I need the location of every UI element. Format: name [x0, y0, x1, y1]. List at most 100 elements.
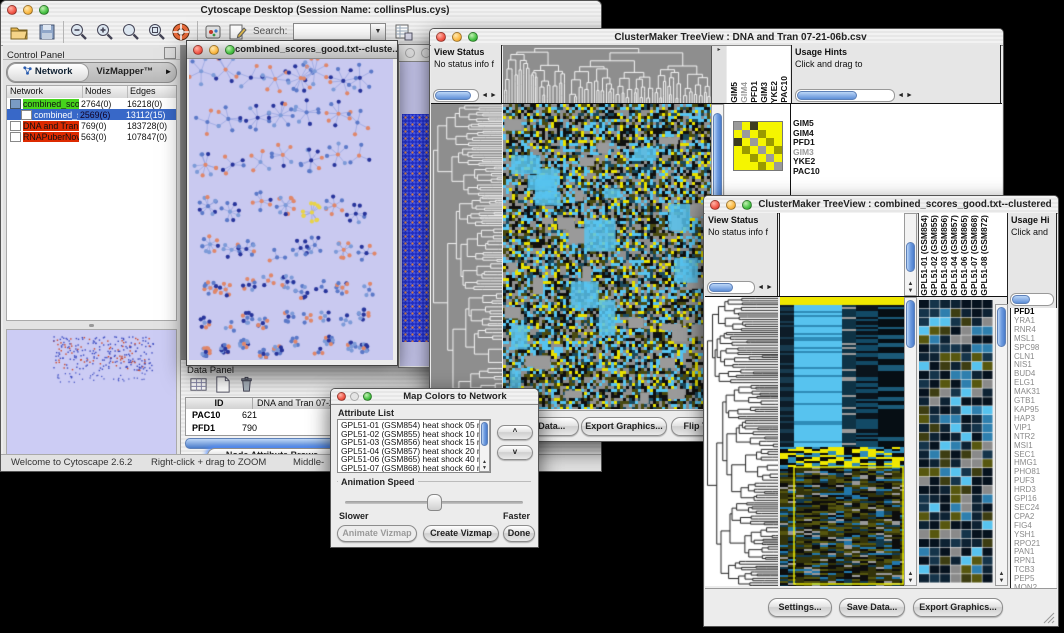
minimize-button[interactable]	[209, 45, 219, 55]
tab-network[interactable]: Network	[7, 63, 89, 82]
attribute-label[interactable]: GPL51-07 (GSM868) heat shock 60 min	[341, 464, 490, 473]
gim-row-label[interactable]: PAC10	[793, 167, 820, 177]
birds-eye-view[interactable]	[6, 329, 177, 459]
attribute-items[interactable]: GPL51-01 (GSM854) heat shock 05 minGPL51…	[338, 420, 490, 473]
gpl-label[interactable]: GPL51-01 (GSM854)	[919, 215, 929, 296]
view-status-hscrollbar[interactable]: ◄ ►	[707, 281, 775, 293]
close-button[interactable]	[337, 392, 346, 401]
close-button[interactable]	[193, 45, 203, 55]
zoom-out-icon[interactable]	[69, 22, 89, 42]
network-table-row[interactable]: combined_scores2764(0)16218(0)	[7, 98, 176, 109]
tv2-row-labels: PFD1YRA1RNR4MSL1SPC98CLN1NIS1BUD4ELG1MAK…	[1010, 308, 1056, 590]
gim-col-label[interactable]: PAC10	[779, 76, 789, 103]
search-input[interactable]	[293, 23, 371, 40]
zoom-button[interactable]	[363, 392, 372, 401]
tv2-view-status-panel: View Status No status info f ◄ ►	[705, 213, 778, 296]
animate-vizmap-button[interactable]: Animate Vizmap	[337, 525, 417, 542]
gpl-label[interactable]: GPL51-02 (GSM855)	[929, 215, 939, 296]
network-table-row[interactable]: DNA and Tran 07769(0)183728(0)	[7, 120, 176, 131]
view-status-heading: View Status	[705, 213, 777, 225]
main-title-bar[interactable]: Cytoscape Desktop (Session Name: collins…	[1, 1, 601, 20]
tv2-heatmap-vscrollbar[interactable]: ▲▼	[904, 297, 917, 586]
tv1-similarity-heatmap[interactable]	[733, 121, 783, 171]
resize-grip[interactable]	[1043, 612, 1055, 624]
tv1-column-dendrogram[interactable]	[503, 46, 711, 103]
close-button[interactable]	[710, 200, 720, 210]
zoom-fit-icon[interactable]	[121, 22, 141, 42]
float-panel-icon[interactable]	[164, 47, 176, 59]
search-label: Search:	[253, 26, 287, 37]
treeview1-title-bar[interactable]: ClusterMaker TreeView : DNA and Tran 07-…	[430, 29, 1003, 46]
network-view-canvas[interactable]	[189, 59, 393, 360]
gpl-label[interactable]: GPL51-03 (GSM856)	[939, 215, 949, 296]
minimize-button[interactable]	[452, 32, 462, 42]
tv2-global-heatmap[interactable]	[780, 297, 904, 586]
treeview2-title-bar[interactable]: ClusterMaker TreeView : combined_scores_…	[704, 196, 1058, 214]
move-down-button[interactable]: v	[497, 445, 533, 460]
settings-button[interactable]: Settings...	[768, 598, 832, 617]
tv2-row-dendrogram[interactable]	[705, 297, 778, 586]
gim-col-label[interactable]: GIM3	[759, 82, 769, 103]
zoom-button[interactable]	[225, 45, 235, 55]
view-status-hscrollbar[interactable]: ◄ ►	[433, 89, 499, 101]
new-attribute-icon[interactable]	[213, 375, 232, 394]
zoom-button[interactable]	[468, 32, 478, 42]
export-graphics-button[interactable]: Export Graphics...	[581, 417, 667, 436]
gpl-label[interactable]: GPL51-04 (GSM857)	[949, 215, 959, 296]
attribute-list-scrollbar[interactable]: ▲▼	[479, 420, 490, 472]
tab-overflow-button[interactable]: ►	[161, 63, 176, 82]
done-button[interactable]: Done	[503, 525, 535, 542]
move-up-button[interactable]: ^	[497, 425, 533, 440]
close-button[interactable]	[436, 32, 446, 42]
tv1-col-scroll-strip[interactable]: ▸	[711, 46, 726, 103]
select-attributes-icon[interactable]	[189, 375, 208, 394]
window-a-title-bar[interactable]: combined_scores_good.txt--cluste...	[187, 41, 397, 59]
speed-slider-thumb[interactable]	[427, 494, 442, 511]
zoom-button[interactable]	[39, 5, 49, 15]
gim-col-label[interactable]: GIM4	[739, 82, 749, 103]
animation-speed-label: Animation Speed	[338, 477, 418, 487]
close-button[interactable]	[7, 5, 17, 15]
zoom-selected-icon[interactable]	[147, 22, 167, 42]
save-data-button[interactable]: Save Data...	[839, 598, 905, 617]
similarity-cell	[742, 122, 750, 130]
close-button[interactable]	[405, 48, 415, 58]
usage-hints-hscrollbar[interactable]	[1010, 293, 1054, 305]
tv2-labels-vscrollbar[interactable]: ▲▼	[995, 304, 1008, 586]
dialog-title-bar[interactable]: Map Colors to Network	[331, 389, 538, 405]
minimize-button[interactable]	[350, 392, 359, 401]
similarity-cell	[750, 130, 758, 138]
delete-attribute-icon[interactable]	[237, 375, 256, 394]
network-table-row[interactable]: RNAPuberNov2+563(0)107847(0)	[7, 131, 176, 142]
similarity-cell	[758, 154, 766, 162]
help-lifesaver-icon[interactable]	[171, 22, 191, 42]
save-session-icon[interactable]	[37, 22, 57, 42]
annotation-icon[interactable]	[227, 22, 247, 42]
import-table-icon[interactable]	[393, 22, 413, 42]
usage-hints-heading: Usage Hints	[792, 45, 1000, 57]
similarity-cell	[774, 138, 782, 146]
tv2-zoomed-heatmap[interactable]	[919, 300, 993, 583]
tv1-row-dendrogram[interactable]	[431, 104, 502, 409]
network-table-row[interactable]: combined_sco2569(6)13112(15)	[7, 109, 176, 120]
zoom-button[interactable]	[742, 200, 752, 210]
minimize-button[interactable]	[726, 200, 736, 210]
zoom-in-icon[interactable]	[95, 22, 115, 42]
minimize-button[interactable]	[23, 5, 33, 15]
similarity-cell	[774, 154, 782, 162]
gim-col-label[interactable]: YKE2	[769, 81, 779, 103]
usage-hints-hscrollbar[interactable]: ◄ ►	[795, 89, 915, 101]
tv2-col-vscrollbar[interactable]: ▲▼	[904, 213, 917, 296]
gpl-label[interactable]: GPL51-06 (GSM865)	[959, 215, 969, 296]
gim-col-label[interactable]: PFD1	[749, 81, 759, 103]
gpl-label[interactable]: GPL51-08 (GSM872)	[979, 215, 989, 296]
export-graphics-button[interactable]: Export Graphics...	[913, 598, 1003, 617]
create-vizmap-button[interactable]: Create Vizmap	[423, 525, 499, 542]
snapshot-icon[interactable]	[203, 22, 223, 42]
tab-vizmapper[interactable]: VizMapper™	[89, 63, 161, 82]
gim-col-label[interactable]: GIM5	[729, 82, 739, 103]
gpl-label[interactable]: GPL51-07 (GSM868)	[969, 215, 979, 296]
open-session-icon[interactable]	[9, 22, 29, 42]
panel-splitter[interactable]	[6, 324, 177, 328]
tv1-global-heatmap[interactable]	[503, 104, 711, 409]
